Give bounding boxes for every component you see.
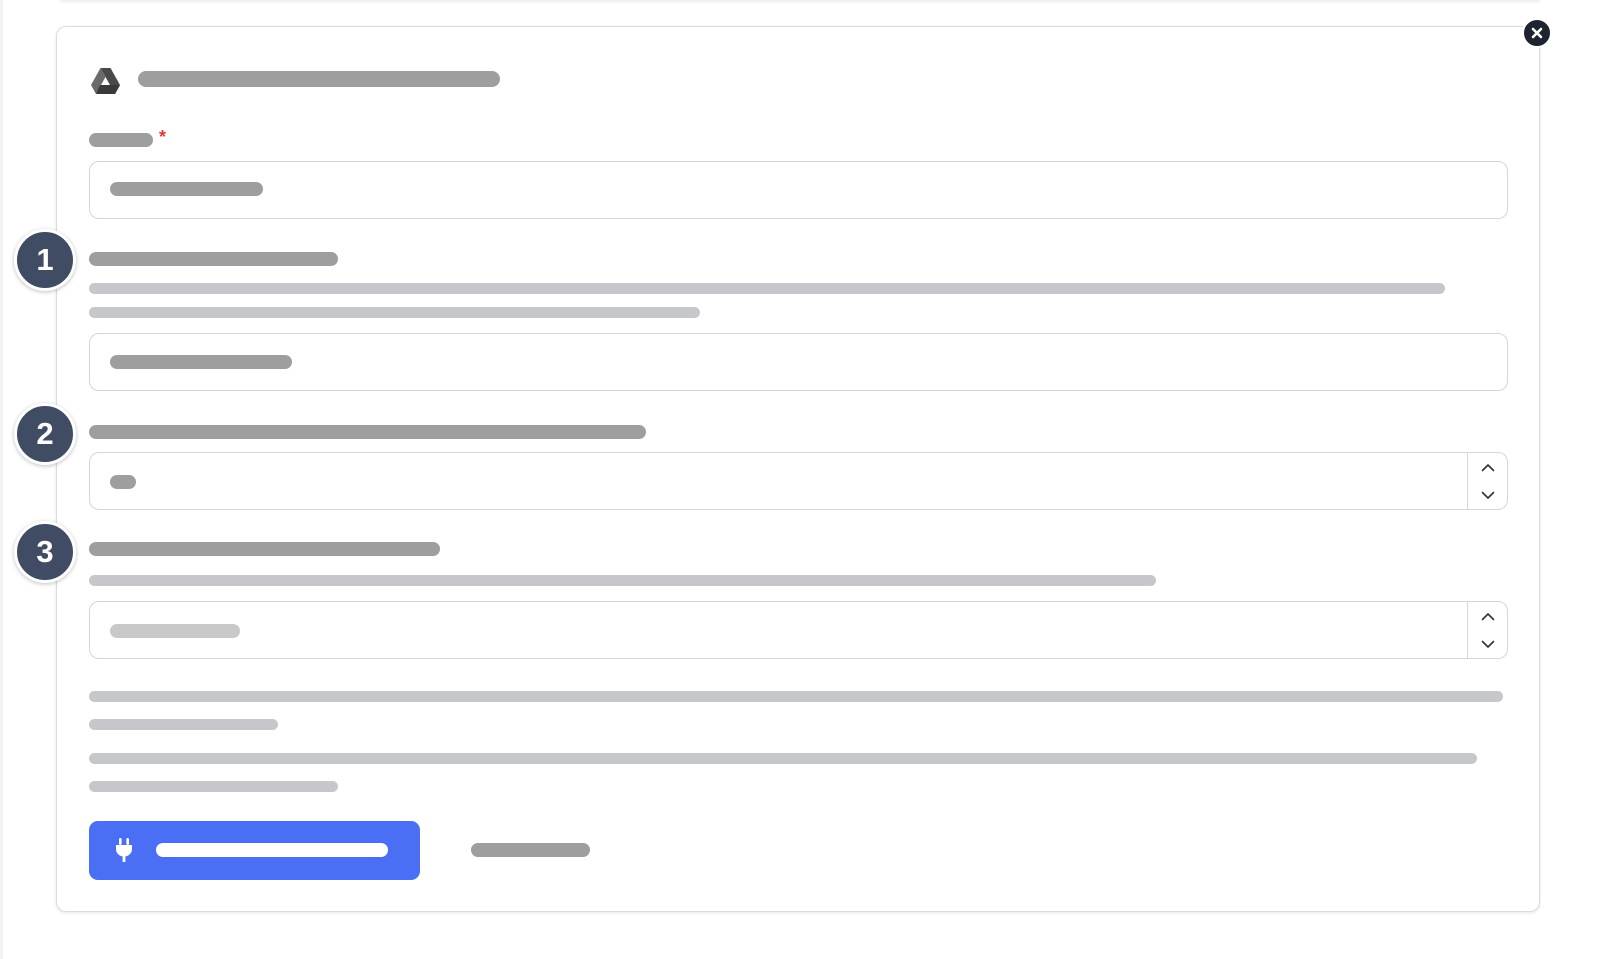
- field-description-1-line-1: [89, 283, 1445, 294]
- secondary-link[interactable]: [471, 843, 590, 857]
- help-text-2-line-1: [89, 753, 1477, 764]
- google-drive-icon: [91, 68, 120, 94]
- chevron-up-icon: [1481, 612, 1494, 620]
- field-3-number-input[interactable]: [89, 601, 1508, 659]
- help-text-2-line-2: [89, 781, 338, 792]
- step-badge-3: 3: [14, 521, 76, 583]
- field-label-2: [89, 425, 646, 439]
- required-indicator: *: [159, 127, 167, 147]
- chevron-down-icon: [1481, 491, 1494, 499]
- field-2-stepper: [1467, 453, 1507, 509]
- top-card-edge: [60, 0, 1540, 4]
- field-3-stepper: [1467, 602, 1507, 658]
- field-description-1-line-2: [89, 307, 700, 318]
- chevron-up-icon: [1481, 463, 1494, 471]
- name-input[interactable]: [89, 161, 1508, 219]
- name-input-value: [110, 182, 263, 196]
- left-edge: [0, 0, 3, 959]
- connect-button[interactable]: [89, 821, 420, 880]
- help-text-1-line-2: [89, 719, 278, 730]
- field-2-increment-button[interactable]: [1468, 453, 1507, 481]
- dialog-title: [138, 71, 500, 87]
- field-1-input[interactable]: [89, 333, 1508, 391]
- field-3-increment-button[interactable]: [1468, 602, 1507, 630]
- close-icon: [1531, 27, 1543, 39]
- field-label-3: [89, 542, 440, 556]
- page: * 1 2 3: [0, 0, 1600, 959]
- plug-icon: [116, 838, 132, 862]
- field-2-decrement-button[interactable]: [1468, 481, 1507, 509]
- step-badge-1: 1: [14, 229, 76, 291]
- close-button[interactable]: [1522, 18, 1552, 48]
- connect-button-label: [156, 843, 388, 857]
- field-1-value: [110, 355, 292, 369]
- help-text-1-line-1: [89, 691, 1503, 702]
- field-label-name: [89, 133, 153, 147]
- field-3-placeholder: [110, 624, 240, 638]
- field-description-3: [89, 575, 1156, 586]
- field-2-value: [110, 475, 136, 489]
- step-badge-2: 2: [14, 403, 76, 465]
- field-3-decrement-button[interactable]: [1468, 630, 1507, 658]
- field-2-number-input[interactable]: [89, 452, 1508, 510]
- chevron-down-icon: [1481, 640, 1494, 648]
- field-label-1: [89, 252, 338, 266]
